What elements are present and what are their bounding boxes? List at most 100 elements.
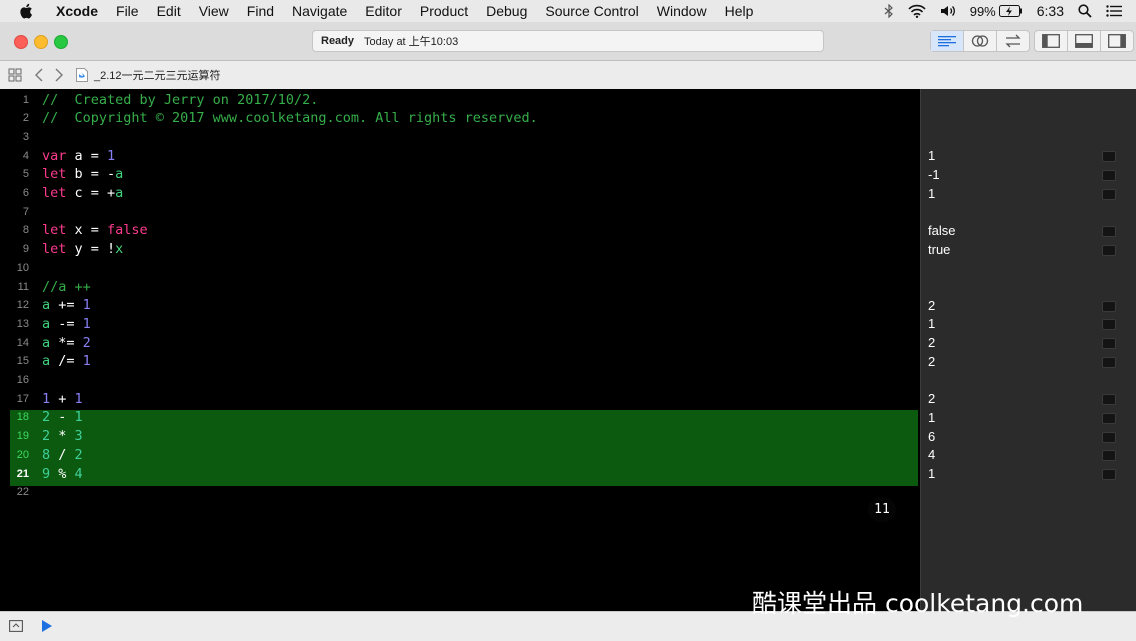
assistant-editor-button[interactable]	[964, 31, 997, 51]
line-number: 13	[16, 317, 29, 330]
hide-debug-area-icon[interactable]	[9, 620, 23, 632]
related-items-grid-icon[interactable]	[8, 68, 22, 82]
quick-look-button[interactable]	[1102, 431, 1116, 443]
zoom-window-button[interactable]	[54, 35, 68, 49]
token-num: 4	[74, 465, 83, 482]
code-line[interactable]: 19 2 * 3	[0, 427, 920, 446]
volume-icon[interactable]	[940, 4, 956, 18]
code-line[interactable]: 15 a /= 1	[0, 352, 920, 371]
assistant-editor-icon	[971, 35, 989, 47]
code-line[interactable]: 22	[0, 483, 920, 502]
quick-look-button[interactable]	[1102, 319, 1116, 331]
quick-look-button[interactable]	[1102, 151, 1116, 163]
quick-look-button[interactable]	[1102, 469, 1116, 480]
bluetooth-icon[interactable]	[884, 4, 894, 18]
code-line[interactable]: 7	[0, 202, 920, 221]
quick-look-button[interactable]	[1102, 338, 1116, 350]
code-line[interactable]: 16	[0, 371, 920, 390]
menu-source-control[interactable]: Source Control	[545, 3, 638, 19]
source-editor[interactable]: 1 // Created by Jerry on 2017/10/2. 2 // Co…	[0, 89, 920, 611]
battery-status: 99%	[970, 4, 1023, 19]
quick-look-button[interactable]	[1102, 450, 1116, 462]
standard-editor-button[interactable]	[931, 31, 964, 51]
toggle-debug-area-button[interactable]	[1068, 31, 1101, 51]
code-text: a -= 1	[42, 316, 91, 332]
token-num: 3	[74, 428, 83, 445]
result-value: 1	[928, 466, 936, 481]
version-editor-button[interactable]	[997, 31, 1029, 51]
token-plain: b = -	[66, 166, 116, 183]
menu-editor[interactable]: Editor	[365, 3, 402, 19]
menu-find[interactable]: Find	[247, 3, 274, 19]
code-text: 2 - 1	[42, 409, 83, 425]
menu-window[interactable]: Window	[657, 3, 707, 19]
run-playground-icon[interactable]	[41, 619, 53, 633]
code-text: let x = false	[42, 222, 148, 238]
menu-file[interactable]: File	[116, 3, 139, 19]
code-text: 9 % 4	[42, 466, 83, 482]
toggle-utilities-button[interactable]	[1101, 31, 1133, 51]
back-chevron-icon[interactable]	[34, 68, 44, 82]
close-window-button[interactable]	[14, 35, 28, 49]
code-line[interactable]: 17 1 + 1	[0, 389, 920, 408]
quick-look-button[interactable]	[1102, 169, 1116, 181]
quick-look-button[interactable]	[1102, 244, 1116, 256]
code-line[interactable]: 6 let c = +a	[0, 184, 920, 203]
menu-product[interactable]: Product	[420, 3, 468, 19]
quick-look-button[interactable]	[1102, 412, 1116, 424]
line-number: 19	[16, 430, 29, 443]
code-text: a /= 1	[42, 353, 91, 369]
menu-edit[interactable]: Edit	[157, 3, 181, 19]
quick-look-button[interactable]	[1102, 188, 1116, 200]
toggle-navigator-button[interactable]	[1035, 31, 1068, 51]
result-value: 2	[928, 353, 936, 369]
menu-navigate[interactable]: Navigate	[292, 3, 347, 19]
token-kw: false	[107, 222, 148, 239]
code-line[interactable]: 3	[0, 127, 920, 146]
spotlight-search-icon[interactable]	[1078, 4, 1092, 18]
battery-charging-icon[interactable]	[998, 5, 1023, 17]
quick-look-button[interactable]	[1102, 300, 1116, 312]
code-line[interactable]: 2 // Copyright © 2017 www.coolketang.com.…	[0, 109, 920, 128]
minimize-window-button[interactable]	[34, 35, 48, 49]
selection-line-badge: 11	[868, 497, 896, 522]
token-var: a	[42, 334, 51, 351]
code-line[interactable]: 10	[0, 258, 920, 277]
code-line[interactable]: 18 2 - 1	[0, 408, 920, 427]
code-line[interactable]: 12 a += 1	[0, 296, 920, 315]
code-line[interactable]: 8 let x = false	[0, 221, 920, 240]
code-line[interactable]: 9 let y = !x	[0, 240, 920, 259]
result-value: true	[928, 241, 951, 257]
token-plain: y = !	[66, 241, 116, 258]
wifi-icon[interactable]	[908, 4, 926, 18]
menu-debug[interactable]: Debug	[486, 3, 527, 19]
code-text: // Copyright © 2017 www.coolketang.com. …	[42, 110, 538, 126]
menu-bar: Xcode File Edit View Find Navigate Edito…	[0, 0, 1136, 22]
menu-clock[interactable]: 6:33	[1037, 3, 1064, 19]
token-num: 9	[42, 465, 51, 482]
quick-look-button[interactable]	[1102, 356, 1116, 368]
menu-app-xcode[interactable]: Xcode	[56, 3, 98, 19]
menu-view[interactable]: View	[199, 3, 229, 19]
code-line[interactable]: 5 let b = -a	[0, 165, 920, 184]
battery-percent: 99%	[969, 3, 996, 19]
code-line[interactable]: 14 a *= 2	[0, 333, 920, 352]
code-line[interactable]: 21 9 % 4	[0, 464, 920, 483]
jump-bar-filename[interactable]: _2.12一元二元三元运算符	[94, 67, 221, 83]
token-num: 1	[42, 390, 51, 407]
result-value: 1	[928, 185, 936, 201]
code-line[interactable]: 1 // Created by Jerry on 2017/10/2.	[0, 90, 920, 109]
forward-chevron-icon[interactable]	[54, 68, 64, 82]
code-line[interactable]: 20 8 / 2	[0, 445, 920, 464]
code-line[interactable]: 13 a -= 1	[0, 314, 920, 333]
code-line[interactable]: 11 //a ++	[0, 277, 920, 296]
token-plain: -=	[50, 315, 83, 332]
quick-look-button[interactable]	[1102, 225, 1116, 237]
menu-help[interactable]: Help	[725, 3, 754, 19]
notification-center-icon[interactable]	[1106, 5, 1122, 17]
result-value: 4	[928, 447, 936, 463]
quick-look-button[interactable]	[1102, 394, 1116, 406]
apple-icon[interactable]	[18, 2, 36, 20]
code-line[interactable]: 4 var a = 1	[0, 146, 920, 165]
window-toolbar: Ready Today at 上午10:03	[0, 22, 1136, 61]
